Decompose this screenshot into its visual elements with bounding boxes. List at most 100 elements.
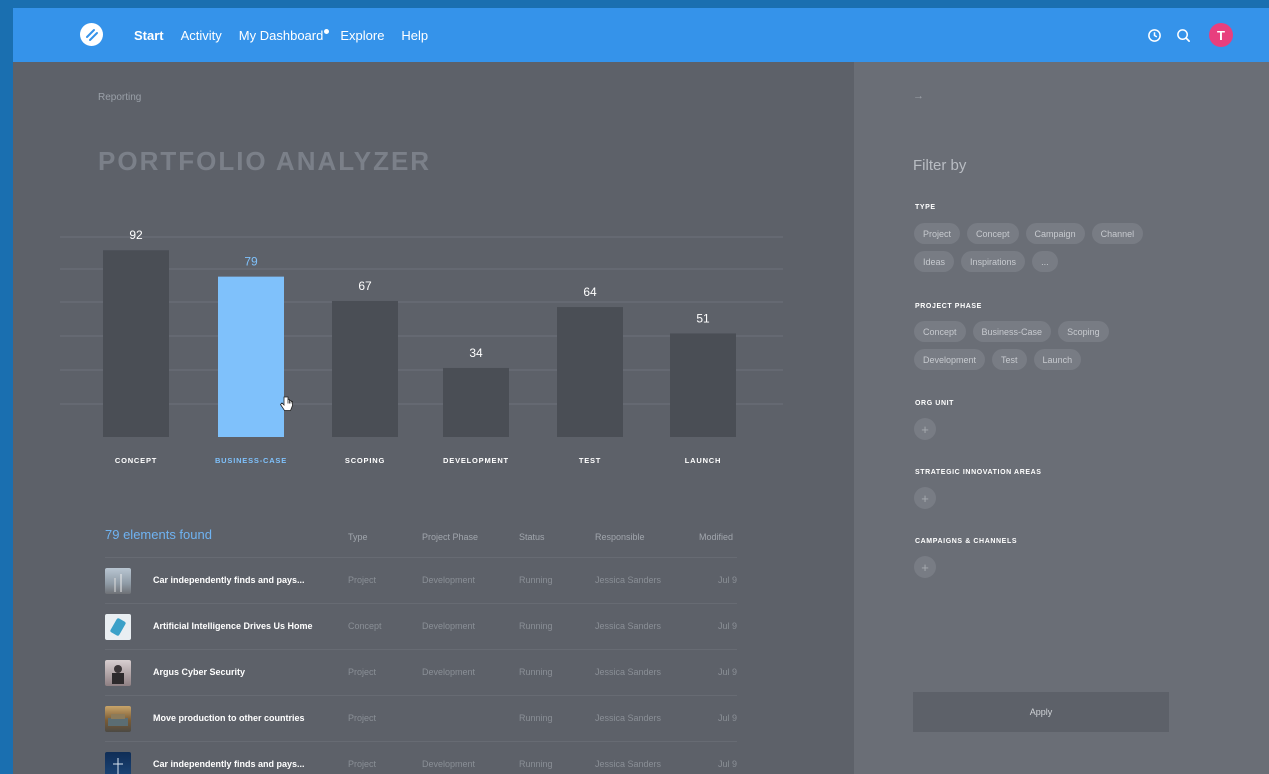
table-row[interactable]: Argus Cyber Security Project Development… [105, 650, 737, 696]
row-responsible: Jessica Sanders [595, 575, 662, 585]
row-responsible: Jessica Sanders [595, 759, 662, 769]
column-type[interactable]: Type [348, 532, 368, 542]
add-strategic-area-button[interactable]: + [914, 487, 936, 509]
hand-cursor-icon [279, 396, 293, 411]
chip-phase-concept[interactable]: Concept [914, 321, 966, 342]
row-responsible: Jessica Sanders [595, 621, 662, 631]
row-type: Project [348, 575, 377, 585]
chip-inspirations[interactable]: Inspirations [961, 251, 1026, 272]
chip-phase-launch[interactable]: Launch [1033, 349, 1082, 370]
chip-concept[interactable]: Concept [967, 223, 1019, 244]
chart-bar[interactable] [670, 333, 736, 437]
nav-explore[interactable]: Explore [340, 28, 384, 43]
table-row[interactable]: Car independently finds and pays... Proj… [105, 558, 737, 604]
chart-bar[interactable] [332, 300, 398, 437]
row-modified: Jul 9 [717, 621, 737, 631]
row-responsible: Jessica Sanders [595, 667, 662, 677]
bar-value-label: 34 [469, 346, 483, 360]
nav-help[interactable]: Help [401, 28, 428, 43]
chip-phase-business-case[interactable]: Business-Case [972, 321, 1052, 342]
add-campaign-button[interactable]: + [914, 556, 936, 578]
column-responsible[interactable]: Responsible [595, 532, 645, 542]
column-modified[interactable]: Modified [699, 532, 733, 542]
row-status: Running [519, 621, 553, 631]
chip-campaign[interactable]: Campaign [1025, 223, 1085, 244]
filter-type-chips: Project Concept Campaign Channel Ideas I… [914, 223, 1164, 272]
bar-value-label: 79 [244, 255, 258, 269]
row-title: Argus Cyber Security [153, 667, 246, 677]
table-row[interactable]: Move production to other countries Proje… [105, 696, 737, 742]
row-modified: Jul 9 [717, 713, 737, 723]
bar-value-label: 51 [696, 311, 710, 325]
list-header: 79 elements found Type Project Phase Sta… [105, 524, 737, 558]
logo-icon[interactable] [80, 23, 103, 46]
nav-activity[interactable]: Activity [181, 28, 222, 43]
row-type: Project [348, 667, 377, 677]
category-tick-label: TEST [579, 456, 601, 465]
filter-campaigns-label: CAMPAIGNS & CHANNELS [915, 538, 1018, 545]
results-count: 79 elements found [105, 527, 212, 542]
row-phase: Development [422, 575, 476, 585]
table-row[interactable]: Artificial Intelligence Drives Us Home C… [105, 604, 737, 650]
category-tick-label: SCOPING [345, 456, 385, 465]
bar-value-label: 64 [583, 285, 597, 299]
chip-phase-scoping[interactable]: Scoping [1058, 321, 1109, 342]
column-status[interactable]: Status [519, 532, 545, 542]
history-icon[interactable] [1145, 26, 1163, 44]
row-thumbnail [105, 752, 131, 774]
breadcrumb[interactable]: Reporting [98, 92, 141, 103]
nav-my-dashboard[interactable]: My Dashboard [238, 27, 330, 43]
nav-start[interactable]: Start [134, 28, 164, 43]
row-type: Project [348, 713, 377, 723]
row-phase: Development [422, 621, 476, 631]
chart-svg: 92 CONCEPT 79 BUSINESS-CASE 67 SCOPING 34 DEVEL… [60, 228, 783, 465]
main-nav: Start Activity My Dashboard Explore Help [134, 8, 428, 62]
bar-value-label: 67 [358, 279, 372, 293]
filter-phase-chips: Concept Business-Case Scoping Developmen… [914, 321, 1164, 370]
top-icons: T [1145, 8, 1233, 62]
add-org-unit-button[interactable]: + [914, 418, 936, 440]
filter-strategic-label: STRATEGIC INNOVATION AREAS [915, 469, 1042, 476]
nav-my-dashboard-label: My Dashboard [238, 27, 324, 43]
row-thumbnail [105, 706, 131, 732]
chart-bar[interactable] [218, 276, 284, 437]
row-title: Car independently finds and pays... [153, 575, 305, 585]
chip-ideas[interactable]: Ideas [914, 251, 955, 272]
row-status: Running [519, 759, 553, 769]
chip-phase-test[interactable]: Test [992, 349, 1027, 370]
row-modified: Jul 9 [717, 759, 737, 769]
chip-more[interactable]: ... [1032, 251, 1058, 272]
chip-phase-development[interactable]: Development [914, 349, 986, 370]
page-title: PORTFOLIO ANALYZER [98, 146, 432, 176]
category-tick-label: DEVELOPMENT [443, 456, 509, 465]
app-window: Start Activity My Dashboard Explore Help… [13, 8, 1269, 774]
chart-bar[interactable] [103, 250, 169, 437]
filter-phase-label: PROJECT PHASE [915, 303, 982, 310]
row-thumbnail [105, 614, 131, 640]
search-icon[interactable] [1174, 26, 1192, 44]
main-content: Reporting PORTFOLIO ANALYZER 92 CONCEPT 79… [13, 62, 854, 774]
row-phase: Development [422, 759, 476, 769]
column-project-phase[interactable]: Project Phase [422, 532, 478, 542]
row-modified: Jul 9 [717, 667, 737, 677]
row-modified: Jul 9 [717, 575, 737, 585]
filter-org-unit-label: ORG UNIT [915, 400, 955, 407]
notification-dot [324, 28, 330, 34]
category-tick-label: LAUNCH [685, 456, 721, 465]
row-status: Running [519, 575, 553, 585]
phase-bar-chart: 92 CONCEPT 79 BUSINESS-CASE 67 SCOPING 34 DEVEL… [13, 212, 854, 482]
row-title: Move production to other countries [153, 713, 305, 723]
top-bar: Start Activity My Dashboard Explore Help… [13, 8, 1269, 62]
avatar[interactable]: T [1209, 23, 1233, 47]
category-tick-label: BUSINESS-CASE [215, 456, 287, 465]
row-status: Running [519, 713, 553, 723]
chip-channel[interactable]: Channel [1091, 223, 1144, 244]
table-row[interactable]: Car independently finds and pays... Proj… [105, 742, 737, 774]
chart-bar[interactable] [443, 367, 509, 437]
row-title: Car independently finds and pays... [153, 759, 305, 769]
row-type: Project [348, 759, 377, 769]
collapse-arrow-icon[interactable]: → [913, 90, 924, 102]
chip-project[interactable]: Project [914, 223, 961, 244]
chart-bar[interactable] [557, 307, 623, 437]
apply-button[interactable]: Apply [913, 692, 1169, 732]
